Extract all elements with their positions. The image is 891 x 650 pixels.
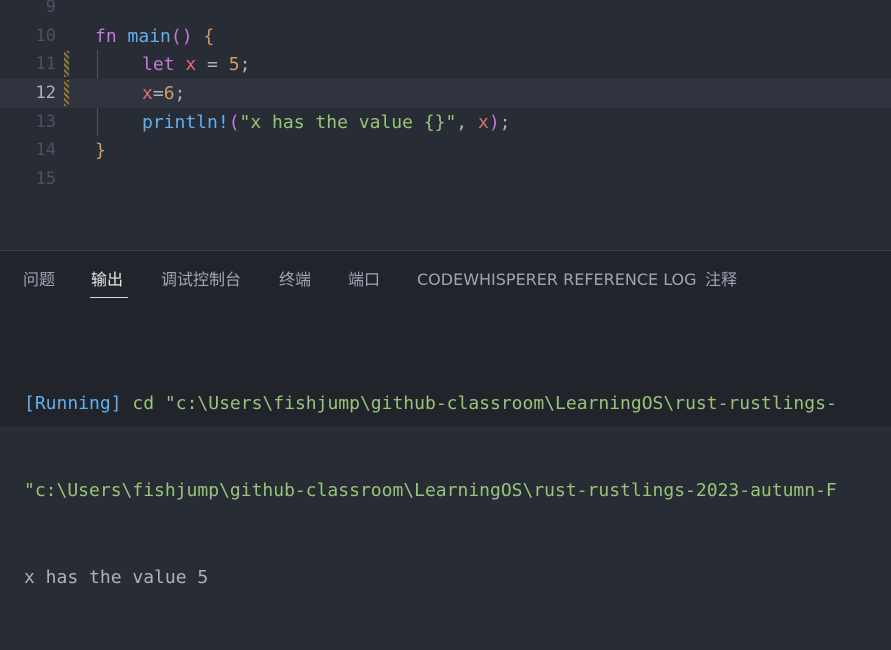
tab-codewhisperer-reference-log[interactable]: CODEWHISPERER REFERENCE LOG — [417, 268, 697, 292]
output-line: x has the value 5 — [24, 567, 209, 588]
code-editor[interactable]: 9 10 fn main() { 11 let x = 5; 12 x=6; 1… — [0, 0, 891, 250]
line-number: 10 — [35, 26, 56, 46]
output-line: "c:\Users\fishjump\github-classroom\Lear… — [24, 480, 837, 501]
code-line[interactable]: 13 println!("x has the value {}", x); — [0, 108, 891, 137]
active-tab-indicator — [90, 297, 128, 298]
code-line[interactable]: 11 let x = 5; — [0, 50, 891, 79]
output-line: [Running] cd "c:\Users\fishjump\github-c… — [24, 393, 837, 414]
tab-ports[interactable]: 端口 — [348, 268, 380, 292]
tab-output[interactable]: 输出 — [91, 268, 123, 292]
bottom-panel: 问题 输出 调试控制台 终端 端口 CODEWHISPERER REFERENC… — [0, 250, 891, 588]
code-text: println!("x has the value {}", x); — [142, 112, 511, 133]
code-text: let x = 5; — [142, 54, 251, 75]
code-line[interactable]: 15 — [0, 165, 891, 194]
line-number: 9 — [45, 0, 56, 17]
code-line[interactable]: 14 } — [0, 136, 891, 165]
code-line[interactable]: 10 fn main() { — [0, 22, 891, 51]
code-text: fn main() { — [95, 26, 215, 47]
tab-debug-console[interactable]: 调试控制台 — [161, 268, 241, 292]
line-number: 13 — [35, 112, 56, 132]
tab-comments[interactable]: 注释 — [705, 268, 737, 292]
line-number: 15 — [35, 169, 56, 189]
code-line[interactable]: 9 — [0, 0, 891, 22]
code-text: } — [95, 140, 106, 161]
code-text: x=6; — [142, 83, 186, 104]
panel-tabs: 问题 输出 调试控制台 终端 端口 CODEWHISPERER REFERENC… — [0, 251, 891, 309]
modified-line-marker[interactable] — [64, 80, 69, 106]
modified-line-marker[interactable] — [64, 51, 69, 77]
tab-problems[interactable]: 问题 — [23, 268, 55, 292]
tab-terminal[interactable]: 终端 — [279, 268, 311, 292]
line-number: 11 — [35, 54, 56, 74]
code-line-current[interactable]: 12 x=6; — [0, 79, 891, 108]
line-number: 12 — [35, 83, 56, 103]
line-number: 14 — [35, 140, 56, 160]
output-console[interactable]: [Running] cd "c:\Users\fishjump\github-c… — [24, 331, 837, 650]
